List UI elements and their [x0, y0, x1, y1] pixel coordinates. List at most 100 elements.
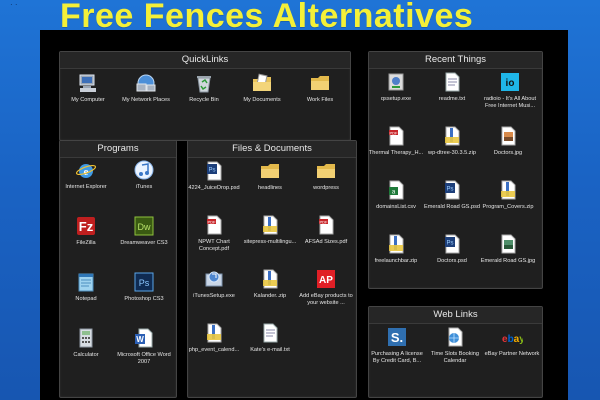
fence-title: Web Links [369, 307, 542, 324]
item-label: Internet Explorer [65, 184, 107, 190]
desktop-item[interactable]: My Documents [231, 72, 293, 104]
zip-file-icon [203, 322, 225, 344]
zip-file-icon [259, 268, 281, 290]
recycle-bin-icon [193, 72, 215, 94]
fence-programs: Programs e Internet Explorer iTunes Fz F… [59, 140, 177, 398]
desktop-item[interactable]: Calculator [56, 327, 116, 359]
pdf-file-icon: PDF [203, 214, 225, 236]
svg-text:io: io [506, 78, 515, 89]
desktop-item[interactable]: Recycle Bin [173, 72, 235, 104]
calculator-icon [75, 327, 97, 349]
item-label: Recycle Bin [189, 97, 219, 103]
ebay-icon: ebay [501, 326, 523, 348]
documents-folder-icon [251, 72, 273, 94]
desktop-item[interactable]: Kalander..zip [242, 268, 298, 300]
psd-file-icon: Ps [441, 179, 463, 201]
svg-text:PDF: PDF [320, 219, 329, 224]
item-label: My Documents [243, 97, 281, 103]
desktop-item[interactable]: sitepress-multilingu... [242, 214, 298, 246]
desktop-item[interactable]: iTunesSetup.exe [186, 268, 242, 300]
desktop-item[interactable]: qssetup.exe [368, 71, 424, 103]
item-label: Program_Covers.zip [482, 204, 534, 210]
item-label: headlines [258, 185, 282, 191]
svg-text:ebay: ebay [502, 334, 523, 345]
item-label: wordpress [313, 185, 339, 191]
desktop-item[interactable]: Ps Emerald Road GS.psd [424, 179, 480, 211]
item-label: Doctors.jpg [493, 150, 523, 156]
desktop-item[interactable]: Doctors.jpg [480, 125, 536, 157]
page-title: Free Fences Alternatives [60, 0, 474, 35]
desktop-item[interactable]: php_event_calend... [186, 322, 242, 354]
desktop-item[interactable]: ebay eBay Partner Network [483, 326, 541, 358]
desktop-item[interactable]: e Internet Explorer [56, 159, 116, 191]
psd-file-icon: Ps [441, 233, 463, 255]
computer-icon [77, 72, 99, 94]
desktop-item[interactable]: readme.txt [424, 71, 480, 103]
desktop-item[interactable]: My Computer [57, 72, 119, 104]
network-icon [135, 72, 157, 94]
desktop-item[interactable]: Fz FileZilla [56, 215, 116, 247]
desktop-item[interactable]: Ps Doctors.psd [424, 233, 480, 265]
desktop-item[interactable]: Ps 4224_JuiceDrop.psd [186, 160, 242, 192]
desktop-item[interactable]: Notepad [56, 271, 116, 303]
desktop-item[interactable]: wp-dtree-30.3.5.zip [424, 125, 480, 157]
folder-icon [309, 72, 331, 94]
folder-icon [259, 160, 281, 182]
item-label: Photoshop CS3 [124, 296, 164, 302]
jpg-file-icon [497, 125, 519, 147]
desktop-item[interactable]: S. Purchasing A license By Credit Card, … [368, 326, 426, 364]
desktop-item[interactable]: io radioio - It's All About Free Interne… [480, 71, 540, 109]
fence-title: Recent Things [369, 52, 542, 69]
item-label: AFSAd Sizes.pdf [304, 239, 348, 245]
word-icon: W [133, 327, 155, 349]
internet-explorer-icon: e [75, 159, 97, 181]
item-label: radioio - It's All About Free Internet M… [483, 96, 537, 109]
dreamweaver-icon: Dw [133, 215, 155, 237]
desktop-item[interactable]: AP Add eBay products to your website ... [298, 268, 354, 306]
desktop-item[interactable]: a domainsList.csv [368, 179, 424, 211]
zip-file-icon [497, 179, 519, 201]
desktop-item[interactable]: PDF NPWT Chart Concept.pdf [186, 214, 242, 252]
svg-text:S.: S. [391, 330, 403, 345]
item-label: Doctors.psd [437, 258, 467, 264]
filezilla-icon: Fz [75, 215, 97, 237]
desktop-item[interactable]: iTunes [114, 159, 174, 191]
item-label: readme.txt [438, 96, 466, 102]
svg-text:Dw: Dw [138, 222, 151, 232]
svg-text:Ps: Ps [208, 168, 215, 174]
desktop-item[interactable]: Program_Covers.zip [480, 179, 536, 211]
item-label: iTunes [135, 184, 153, 190]
s-link-icon: S. [386, 326, 408, 348]
desktop-item[interactable]: Kate's e-mail.txt [242, 322, 298, 354]
desktop-item[interactable]: PDF Thermal Therapy_H... [368, 125, 424, 157]
desktop-item[interactable]: Dw Dreamweaver CS3 [114, 215, 174, 247]
txt-file-icon [441, 71, 463, 93]
zip-file-icon [385, 233, 407, 255]
desktop-item[interactable]: Ps Photoshop CS3 [114, 271, 174, 303]
desktop-item[interactable]: wordpress [298, 160, 354, 192]
globe-link-icon [444, 326, 466, 348]
desktop-item[interactable]: Emerald Road GS.jpg [480, 233, 536, 265]
desktop-item[interactable]: Work Files [289, 72, 351, 104]
fence-title: QuickLinks [60, 52, 350, 69]
item-label: Emerald Road GS.jpg [480, 258, 536, 264]
item-label: NPWT Chart Concept.pdf [198, 239, 230, 252]
svg-text:Fz: Fz [79, 219, 94, 234]
item-label: My Computer [71, 97, 105, 103]
item-label: Microsoft Office Word 2007 [117, 352, 171, 365]
fence-quicklinks: QuickLinks My Computer My Network Places… [59, 51, 351, 141]
desktop-item[interactable]: PDF AFSAd Sizes.pdf [298, 214, 354, 246]
desktop-item[interactable]: My Network Places [115, 72, 177, 104]
desktop-item[interactable]: freelaunchbar.zip [368, 233, 424, 265]
item-label: php_event_calend... [188, 347, 240, 353]
desktop-item[interactable]: headlines [242, 160, 298, 192]
item-label: Add eBay products to your website ... [299, 293, 353, 306]
item-label: My Network Places [122, 97, 170, 103]
svg-text:Ps: Ps [139, 278, 150, 288]
folder-icon [315, 160, 337, 182]
item-label: FileZilla [76, 240, 96, 246]
desktop-item[interactable]: Time Slots Booking Calendar [426, 326, 484, 364]
notepad-icon [75, 271, 97, 293]
desktop-item[interactable]: W Microsoft Office Word 2007 [114, 327, 174, 365]
pdf-file-icon: PDF [385, 125, 407, 147]
